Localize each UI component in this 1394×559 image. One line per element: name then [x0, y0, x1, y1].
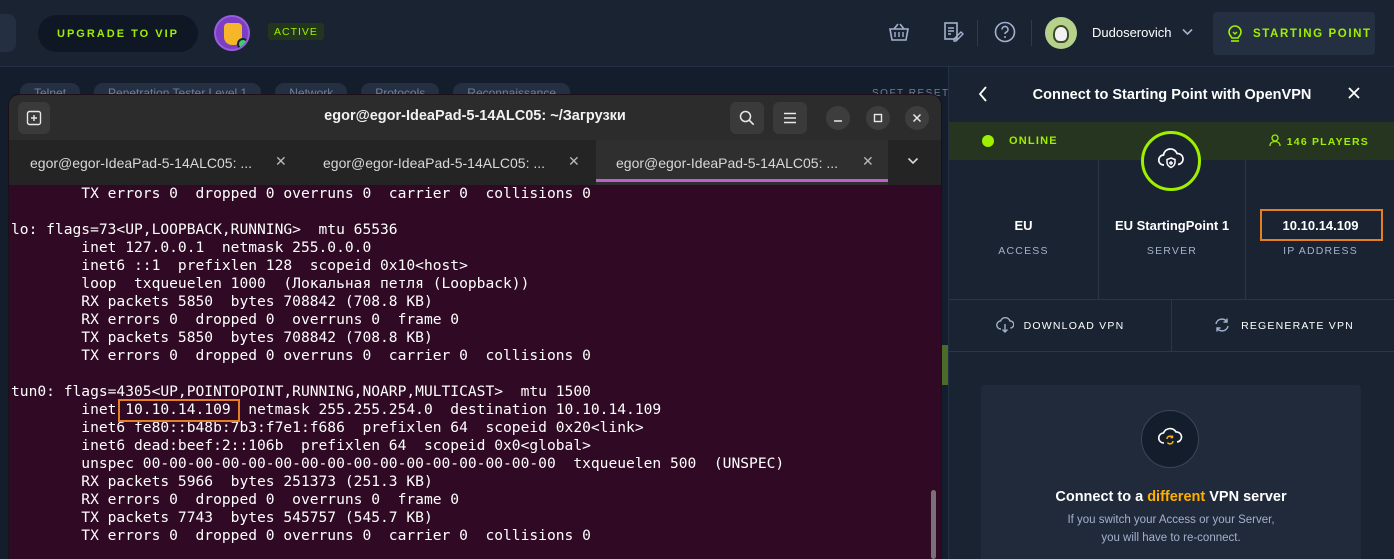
- terminal-scrollbar[interactable]: [931, 490, 936, 559]
- user-icon: [1269, 134, 1281, 150]
- vpn-connected-badge: [1141, 131, 1201, 191]
- terminal-line: loop txqueuelen 1000 (Локальная петля (L…: [11, 275, 530, 292]
- terminal-tab[interactable]: egor@egor-IdeaPad-5-14ALC05: ... ✕: [302, 140, 595, 185]
- rank-avatar[interactable]: [214, 15, 250, 51]
- vpn-connection-panel: Connect to Starting Point with OpenVPN O…: [948, 67, 1394, 559]
- online-status-label: ONLINE: [1009, 135, 1058, 147]
- username[interactable]: Dudoserovich: [1092, 25, 1172, 40]
- close-icon[interactable]: [905, 106, 929, 130]
- vpn-actions: DOWNLOAD VPN REGENERATE VPN: [949, 300, 1394, 352]
- terminal-titlebar[interactable]: egor@egor-IdeaPad-5-14ALC05: ~/Загрузки: [9, 95, 941, 140]
- switch-server-badge: [1141, 410, 1199, 468]
- starting-point-button[interactable]: STARTING POINT: [1213, 12, 1375, 55]
- tab-label: egor@egor-IdeaPad-5-14ALC05: ...: [323, 154, 546, 171]
- switch-server-description: If you switch your Access or your Server…: [981, 511, 1361, 547]
- terminal-line: inet6 dead:beef:2::106b prefixlen 64 sco…: [11, 437, 591, 454]
- online-status-dot: [982, 135, 994, 147]
- download-vpn-button[interactable]: DOWNLOAD VPN: [949, 300, 1171, 352]
- refresh-icon: [1213, 317, 1231, 336]
- terminal-line: inet6 ::1 prefixlen 128 scopeid 0x10<hos…: [11, 257, 468, 274]
- search-icon[interactable]: [730, 102, 764, 134]
- terminal-line: inet 127.0.0.1 netmask 255.0.0.0: [11, 239, 372, 256]
- upgrade-to-vip-button[interactable]: UPGRADE TO VIP: [38, 15, 198, 52]
- tabs-overflow-chevron-icon[interactable]: [907, 154, 919, 168]
- regenerate-vpn-button[interactable]: REGENERATE VPN: [1171, 300, 1394, 352]
- download-vpn-label: DOWNLOAD VPN: [1023, 320, 1125, 332]
- terminal-output[interactable]: TX errors 0 dropped 0 overruns 0 carrier…: [9, 185, 941, 559]
- tab-label: egor@egor-IdeaPad-5-14ALC05: ...: [616, 154, 839, 171]
- terminal-line: TX packets 5850 bytes 708842 (708.8 KB): [11, 329, 433, 346]
- terminal-tab-bar: egor@egor-IdeaPad-5-14ALC05: ... ✕ egor@…: [9, 140, 941, 185]
- players-count: 146 PLAYERS: [1269, 134, 1369, 150]
- close-tab-icon[interactable]: ✕: [275, 153, 287, 170]
- basket-icon[interactable]: [886, 19, 912, 45]
- terminal-line: RX packets 5850 bytes 708842 (708.8 KB): [11, 293, 433, 310]
- ip-address-label: IP ADDRESS: [1283, 245, 1358, 257]
- regenerate-vpn-label: REGENERATE VPN: [1241, 320, 1354, 332]
- close-tab-icon[interactable]: ✕: [862, 153, 874, 170]
- ip-address-highlight-box: [1260, 209, 1383, 241]
- terminal-line: unspec 00-00-00-00-00-00-00-00-00-00-00-…: [11, 455, 785, 472]
- switch-title-suffix: VPN server: [1209, 489, 1287, 505]
- terminal-line: TX packets 7743 bytes 545757 (545.7 KB): [11, 509, 433, 526]
- switch-title-highlight: different: [1147, 489, 1206, 505]
- switch-server-title: Connect to a different VPN server: [981, 489, 1361, 505]
- minimize-icon[interactable]: [826, 106, 850, 130]
- maximize-icon[interactable]: [866, 106, 890, 130]
- terminal-line: TX errors 0 dropped 0 overruns 0 carrier…: [11, 527, 591, 544]
- terminal-line: RX packets 5966 bytes 251373 (251.3 KB): [11, 473, 433, 490]
- hamburger-menu-icon[interactable]: [773, 102, 807, 134]
- server-label: SERVER: [1146, 245, 1198, 257]
- divider: [977, 20, 978, 46]
- switch-desc-line: you will have to re-connect.: [1101, 532, 1241, 544]
- panel-title: Connect to Starting Point with OpenVPN: [1032, 87, 1312, 103]
- edit-document-icon[interactable]: [940, 19, 966, 45]
- access-label: ACCESS: [998, 245, 1049, 257]
- avatar-face-icon: [1053, 25, 1069, 43]
- switch-title-prefix: Connect to a: [1055, 489, 1144, 505]
- terminal-tab[interactable]: egor@egor-IdeaPad-5-14ALC05: ... ✕: [9, 140, 301, 185]
- switch-desc-line: If you switch your Access or your Server…: [1067, 514, 1275, 526]
- user-avatar[interactable]: [1045, 17, 1077, 49]
- server-value: EU StartingPoint 1: [1114, 218, 1230, 233]
- cloud-shield-icon: [1157, 147, 1185, 176]
- terminal-line: TX errors 0 dropped 0 overruns 0 carrier…: [11, 347, 591, 364]
- sidebar-toggle[interactable]: [0, 14, 16, 52]
- switch-server-card[interactable]: Connect to a different VPN server If you…: [981, 385, 1361, 559]
- access-value: EU: [1014, 218, 1033, 233]
- online-indicator: [237, 38, 248, 49]
- terminal-window[interactable]: egor@egor-IdeaPad-5-14ALC05: ~/Загрузки …: [9, 95, 941, 559]
- ip-highlight-box: [118, 399, 240, 422]
- terminal-tab-active[interactable]: egor@egor-IdeaPad-5-14ALC05: ... ✕: [596, 140, 888, 185]
- cloud-refresh-icon: [1157, 426, 1183, 453]
- help-icon[interactable]: [992, 19, 1018, 45]
- terminal-line: TX errors 0 dropped 0 overruns 0 carrier…: [11, 185, 591, 202]
- starting-point-label: STARTING POINT: [1253, 27, 1372, 40]
- top-navigation-bar: UPGRADE TO VIP ACTIVE Dudoserovich START…: [0, 0, 1394, 67]
- access-info: EU ACCESS: [949, 160, 1098, 300]
- terminal-line: RX errors 0 dropped 0 overruns 0 frame 0: [11, 491, 460, 508]
- terminal-line: lo: flags=73<UP,LOOPBACK,RUNNING> mtu 65…: [11, 221, 398, 238]
- divider: [1031, 20, 1032, 46]
- cloud-download-icon: [995, 316, 1015, 336]
- tab-label: egor@egor-IdeaPad-5-14ALC05: ...: [30, 154, 253, 171]
- starting-point-icon: [1225, 24, 1245, 44]
- chevron-down-icon[interactable]: [1182, 25, 1193, 39]
- close-icon[interactable]: [1347, 84, 1361, 105]
- active-status-badge: ACTIVE: [268, 23, 324, 40]
- screen: UPGRADE TO VIP ACTIVE Dudoserovich START…: [0, 0, 1394, 559]
- close-tab-icon[interactable]: ✕: [568, 153, 580, 170]
- players-count-label: 146 PLAYERS: [1286, 136, 1369, 148]
- background-edge: [941, 345, 948, 385]
- terminal-line: RX errors 0 dropped 0 overruns 0 frame 0: [11, 311, 460, 328]
